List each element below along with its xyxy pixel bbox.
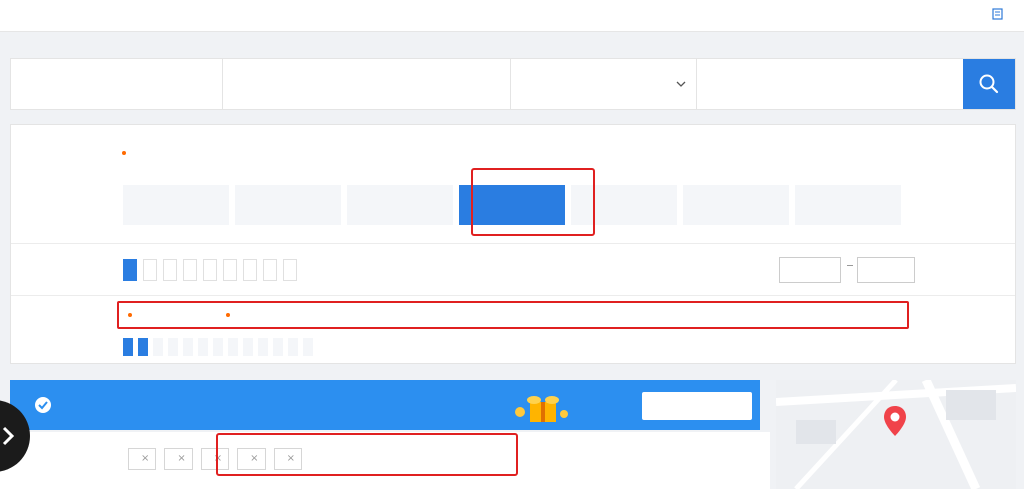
- filter-panel: [10, 124, 1016, 364]
- member-icon: [35, 397, 51, 413]
- theme-tag-selected[interactable]: [138, 338, 148, 356]
- new-dot: [122, 151, 126, 155]
- price-option[interactable]: [243, 259, 257, 281]
- theme-tag[interactable]: [288, 338, 298, 356]
- promo-banner: [10, 380, 760, 430]
- theme-tag[interactable]: [198, 338, 208, 356]
- keyword-field[interactable]: [697, 59, 963, 109]
- theme-tag[interactable]: [243, 338, 253, 356]
- area-item[interactable]: [795, 185, 901, 225]
- theme-tag-selected[interactable]: [123, 338, 133, 356]
- theme-tags: [123, 338, 318, 356]
- destination-field[interactable]: [11, 59, 223, 109]
- theme-tag[interactable]: [183, 338, 193, 356]
- min-price-input[interactable]: [779, 257, 841, 283]
- map-card[interactable]: [776, 380, 1016, 489]
- new-dot: [226, 313, 230, 317]
- price-option[interactable]: [263, 259, 277, 281]
- price-option[interactable]: [203, 259, 217, 281]
- location-pin-icon: [884, 406, 906, 436]
- chevron-down-icon[interactable]: [676, 79, 686, 89]
- location-tabs: [121, 151, 185, 157]
- top-nav: [0, 0, 1024, 32]
- highlight-box-area: [471, 168, 595, 236]
- theme-tag[interactable]: [153, 338, 163, 356]
- highlight-box-chips: [216, 433, 518, 476]
- theme-tag[interactable]: [228, 338, 238, 356]
- theme-tag[interactable]: [273, 338, 283, 356]
- view-eligibility-button[interactable]: [642, 392, 752, 420]
- filter-chip[interactable]: ×: [164, 448, 193, 470]
- price-range-dash: [847, 265, 853, 266]
- theme-tag[interactable]: [168, 338, 178, 356]
- star-option[interactable]: [163, 259, 177, 281]
- new-dot: [128, 313, 132, 317]
- theme-tag[interactable]: [213, 338, 223, 356]
- price-option[interactable]: [283, 259, 297, 281]
- area-item[interactable]: [123, 185, 229, 225]
- star-price-options: [123, 259, 303, 281]
- close-icon[interactable]: ×: [141, 448, 149, 470]
- search-bar: [10, 58, 1016, 110]
- search-icon: [979, 74, 999, 94]
- theme-tag[interactable]: [303, 338, 313, 356]
- max-price-input[interactable]: [857, 257, 915, 283]
- star-option[interactable]: [183, 259, 197, 281]
- theme-tag[interactable]: [258, 338, 268, 356]
- divider: [11, 243, 1015, 244]
- star-option[interactable]: [143, 259, 157, 281]
- close-icon[interactable]: ×: [177, 448, 185, 470]
- advanced-filter-dropdowns: [117, 301, 909, 329]
- area-item[interactable]: [235, 185, 341, 225]
- search-button[interactable]: [963, 59, 1015, 109]
- area-item[interactable]: [347, 185, 453, 225]
- hotel-orders-link[interactable]: [992, 8, 1008, 20]
- filter-chip[interactable]: ×: [128, 448, 157, 470]
- area-item[interactable]: [683, 185, 789, 225]
- room-guest-field[interactable]: [511, 59, 697, 109]
- order-icon: [992, 8, 1003, 20]
- price-option[interactable]: [223, 259, 237, 281]
- divider: [11, 295, 1015, 296]
- star-option-selected[interactable]: [123, 259, 137, 281]
- gift-box-icon: [515, 396, 568, 422]
- date-field[interactable]: [223, 59, 511, 109]
- chevron-right-icon: [2, 426, 15, 446]
